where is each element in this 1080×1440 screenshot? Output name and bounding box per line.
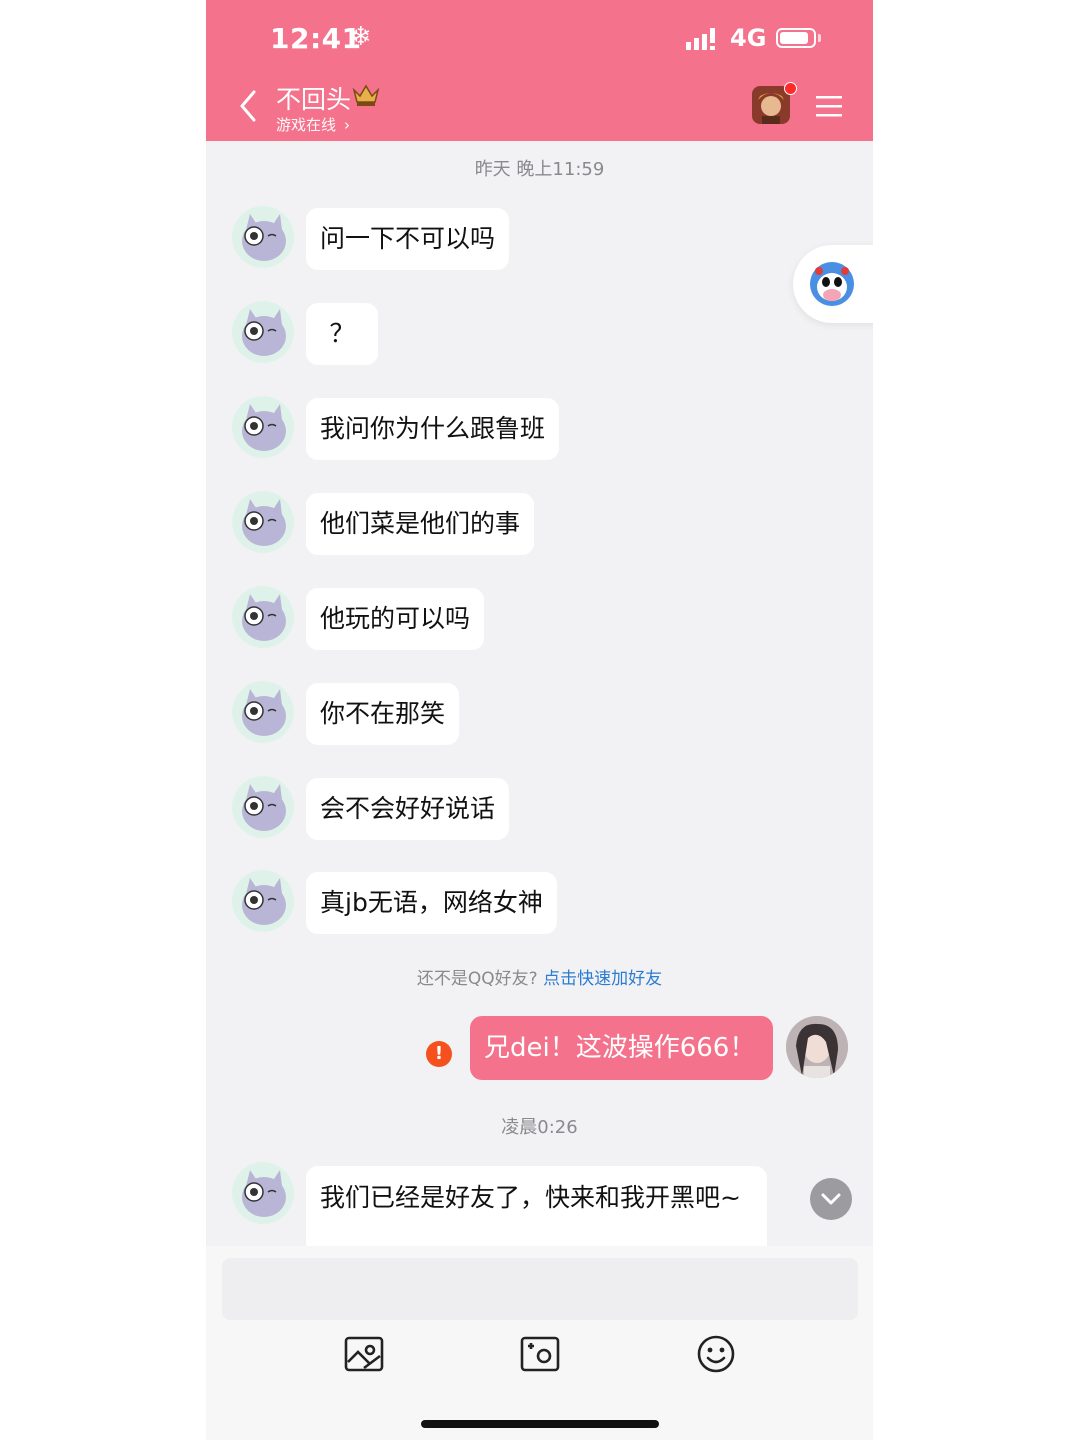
- my-message-bubble[interactable]: 兄dei！这波操作666！: [470, 1016, 773, 1080]
- home-indicator: [421, 1420, 659, 1428]
- avatar[interactable]: [232, 491, 294, 553]
- my-avatar[interactable]: [786, 1016, 848, 1078]
- message-bubble[interactable]: 我们已经是好友了，快来和我开黑吧~: [306, 1166, 767, 1246]
- message-row: 你不在那笑: [206, 681, 873, 747]
- message-row: 会不会好好说话: [206, 776, 873, 842]
- message-row: 真jb无语，网络女神: [206, 870, 873, 936]
- avatar[interactable]: [232, 301, 294, 363]
- message-bubble[interactable]: 问一下不可以吗: [306, 208, 510, 270]
- battery-cap: [818, 34, 821, 42]
- snowflake-icon: ❄: [350, 22, 372, 52]
- avatar[interactable]: [232, 206, 294, 268]
- menu-icon[interactable]: [816, 94, 842, 118]
- avatar[interactable]: [232, 681, 294, 743]
- message-bubble[interactable]: 真jb无语，网络女神: [306, 872, 557, 934]
- add-friend-link[interactable]: 点击快速加好友: [543, 969, 662, 989]
- chevron-down-icon: [821, 1193, 841, 1205]
- message-bubble[interactable]: 他们菜是他们的事: [306, 493, 535, 555]
- image-icon[interactable]: [344, 1334, 384, 1374]
- avatar[interactable]: [232, 1162, 294, 1224]
- message-input[interactable]: [222, 1258, 858, 1320]
- camera-icon[interactable]: [520, 1334, 560, 1374]
- online-status[interactable]: 游戏在线: [276, 114, 336, 135]
- emoji-icon[interactable]: [696, 1334, 736, 1374]
- network-label: 4G: [730, 24, 767, 52]
- message-bubble[interactable]: 你不在那笑: [306, 683, 460, 745]
- avatar[interactable]: [232, 870, 294, 932]
- scroll-down-button[interactable]: [810, 1178, 852, 1220]
- status-time: 12:41: [270, 22, 362, 55]
- avatar[interactable]: [232, 396, 294, 458]
- battery-icon: [776, 28, 816, 48]
- avatar[interactable]: [232, 776, 294, 838]
- chevron-right-icon[interactable]: ›: [344, 116, 350, 134]
- message-row: 他玩的可以吗: [206, 586, 873, 652]
- contact-name[interactable]: 不回头: [276, 80, 351, 116]
- notification-dot: [784, 82, 797, 95]
- header-bar: 12:41 ❄ 4G 不回头 游戏在线 ›: [206, 0, 873, 141]
- add-friend-hint: 还不是QQ好友? 点击快速加好友: [206, 964, 873, 989]
- chat-screen: 12:41 ❄ 4G 不回头 游戏在线 › 昨天 晚上11:59 问一下不可以吗…: [206, 0, 873, 1440]
- message-bubble[interactable]: ？: [306, 303, 378, 365]
- timestamp-label: 凌晨0:26: [501, 1117, 578, 1138]
- message-row: ？: [206, 301, 873, 367]
- back-icon[interactable]: [238, 88, 258, 124]
- message-bubble[interactable]: 他玩的可以吗: [306, 588, 485, 650]
- alert-icon[interactable]: !: [426, 1041, 452, 1067]
- message-row: 问一下不可以吗: [206, 206, 873, 272]
- message-bubble[interactable]: 我问你为什么跟鲁班: [306, 398, 560, 460]
- message-bubble[interactable]: 会不会好好说话: [306, 778, 510, 840]
- message-row: 他们菜是他们的事: [206, 491, 873, 557]
- signal-icon: [686, 28, 715, 50]
- crown-icon: [352, 84, 380, 106]
- avatar[interactable]: [232, 586, 294, 648]
- add-friend-prefix: 还不是QQ好友?: [416, 969, 538, 989]
- message-row: 我问你为什么跟鲁班: [206, 396, 873, 462]
- message-row: 我们已经是好友了，快来和我开黑吧~: [206, 1162, 873, 1246]
- timestamp-label: 昨天 晚上11:59: [474, 159, 605, 180]
